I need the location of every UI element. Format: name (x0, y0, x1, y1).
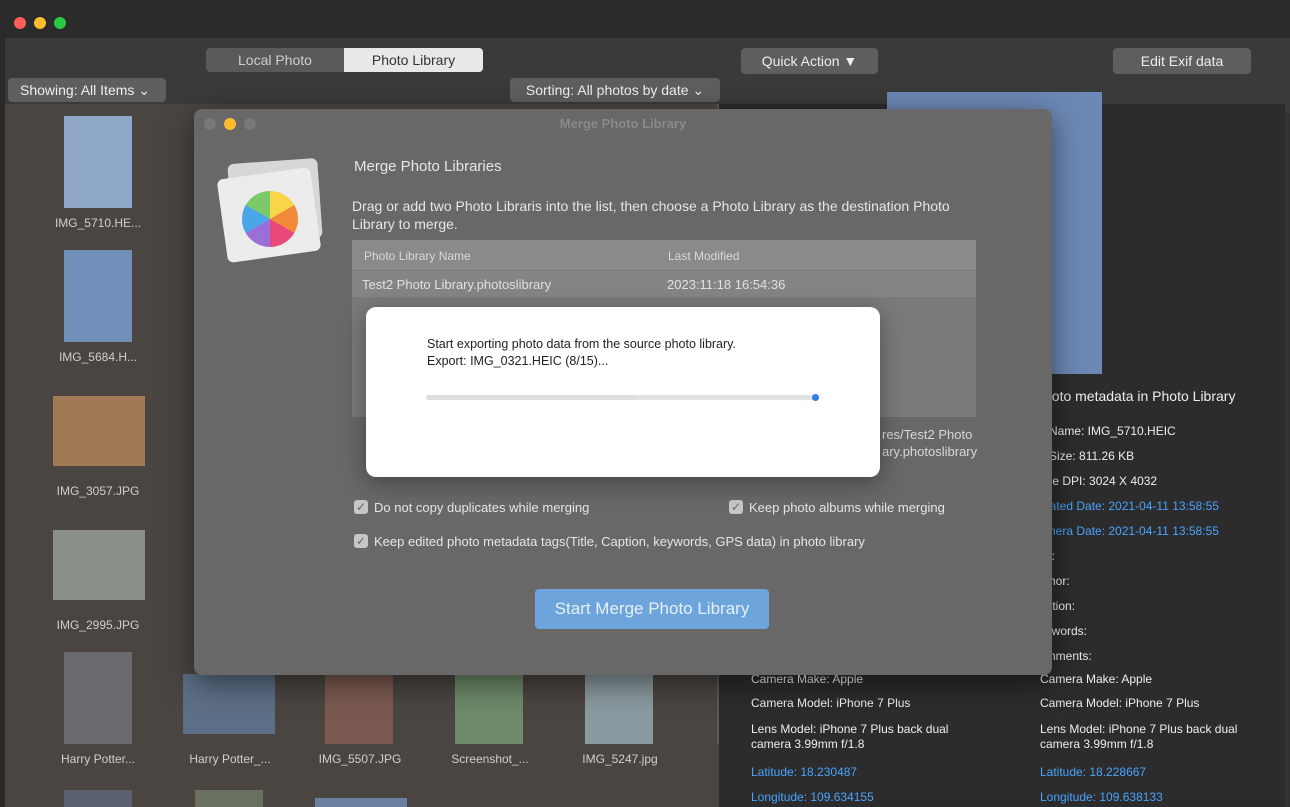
dialog-heading: Merge Photo Libraries (354, 158, 502, 175)
showing-filter-dropdown[interactable]: Showing: All Items ⌄ (8, 78, 166, 102)
edit-exif-button[interactable]: Edit Exif data (1113, 48, 1251, 74)
file-name: e Name: IMG_5710.HEIC (1039, 424, 1176, 438)
export-progress-dialog: Start exporting photo data from the sour… (366, 307, 880, 477)
thumbnail-4-label: IMG_2995.JPG (56, 618, 140, 632)
dialog-description-2: Library to merge. (352, 216, 458, 232)
thumbnail-7[interactable] (325, 674, 393, 744)
col-last-modified: Last Modified (668, 249, 740, 263)
library-path-2: ary.photoslibrary (882, 444, 978, 459)
zoom-window-button[interactable] (54, 17, 66, 29)
tab-local-photo[interactable]: Local Photo (206, 48, 344, 72)
tab-photo-library[interactable]: Photo Library (344, 48, 483, 72)
progress-indicator (812, 394, 819, 401)
thumbnail-11[interactable] (195, 790, 263, 807)
thumbnail-12[interactable] (315, 798, 407, 807)
lens-model-right-1: Lens Model: iPhone 7 Plus back dual (1040, 722, 1238, 736)
created-date[interactable]: reated Date: 2021-04-11 13:58:55 (1039, 499, 1219, 513)
row-last-modified: 2023:11:18 16:54:36 (667, 277, 786, 292)
thumbnail-1-label: IMG_5710.HE... (54, 216, 142, 230)
camera-date[interactable]: amera Date: 2021-04-11 13:58:55 (1039, 524, 1219, 538)
latitude-right[interactable]: Latitude: 18.228667 (1040, 765, 1146, 779)
table-header: Photo Library Name Last Modified (352, 240, 976, 270)
table-row[interactable]: Test2 Photo Library.photoslibrary 2023:1… (352, 271, 976, 297)
lens-model-right-2: camera 3.99mm f/1.8 (1040, 737, 1154, 751)
quick-action-button[interactable]: Quick Action ▼ (741, 48, 878, 74)
file-size: e Size: 811.26 KB (1039, 449, 1135, 463)
dialog-title: Merge Photo Library (559, 116, 687, 131)
thumbnail-9-label: IMG_5247.jpg (582, 752, 658, 766)
latitude-left[interactable]: Latitude: 18.230487 (751, 765, 857, 779)
showing-filter-label: Showing: All Items ⌄ (20, 82, 151, 98)
title-bar (5, 8, 1290, 38)
checkbox-no-duplicates[interactable]: ✓ (354, 500, 368, 514)
thumbnail-2-label: IMG_5684.H... (58, 350, 138, 364)
photos-app-icon (216, 157, 324, 264)
checkbox-keep-albums[interactable]: ✓ (729, 500, 743, 514)
thumbnail-3[interactable] (53, 396, 145, 466)
thumbnail-8[interactable] (455, 674, 523, 744)
dialog-description-1: Drag or add two Photo Libraris into the … (352, 198, 950, 214)
progress-bar-fill (426, 395, 635, 400)
col-library-name: Photo Library Name (364, 249, 471, 263)
metadata-heading: hoto metadata in Photo Library (1044, 388, 1236, 404)
thumbnail-7-label: IMG_5507.JPG (318, 752, 402, 766)
thumbnail-4[interactable] (53, 530, 145, 600)
thumbnail-6-label: Harry Potter_... (189, 752, 271, 766)
longitude-right[interactable]: Longitude: 109.638133 (1040, 790, 1163, 804)
camera-make-right: Camera Make: Apple (1040, 672, 1153, 686)
image-dpi: age DPI: 3024 X 4032 (1039, 474, 1158, 488)
option-keep-albums: Keep photo albums while merging (749, 500, 945, 515)
option-no-duplicates: Do not copy duplicates while merging (374, 500, 590, 515)
thumbnail-5[interactable] (64, 652, 132, 744)
progress-status: Export: IMG_0321.HEIC (8/15)... (427, 354, 609, 368)
thumbnail-2[interactable] (64, 250, 132, 342)
lens-model-left-1: Lens Model: iPhone 7 Plus back dual (751, 722, 949, 736)
sorting-dropdown[interactable]: Sorting: All photos by date ⌄ (510, 78, 720, 102)
minimize-window-button[interactable] (34, 17, 46, 29)
thumbnail-10[interactable] (64, 790, 132, 807)
start-merge-button[interactable]: Start Merge Photo Library (535, 589, 769, 629)
thumbnail-5-label: Harry Potter... (60, 752, 136, 766)
row-library-name: Test2 Photo Library.photoslibrary (362, 277, 552, 292)
thumbnail-9[interactable] (585, 674, 653, 744)
progress-bar (426, 394, 819, 401)
thumbnail-6[interactable] (183, 674, 275, 734)
progress-message: Start exporting photo data from the sour… (427, 337, 736, 351)
option-keep-metadata: Keep edited photo metadata tags(Title, C… (374, 534, 865, 549)
checkbox-keep-metadata[interactable]: ✓ (354, 534, 368, 548)
longitude-left[interactable]: Longitude: 109.634155 (751, 790, 874, 804)
thumbnail-8-label: Screenshot_... (451, 752, 529, 766)
close-window-button[interactable] (14, 17, 26, 29)
camera-model-right: Camera Model: iPhone 7 Plus (1040, 696, 1200, 710)
lens-model-left-2: camera 3.99mm f/1.8 (751, 737, 865, 751)
thumbnail-1[interactable] (64, 116, 132, 208)
library-path-1: res/Test2 Photo (882, 427, 973, 442)
camera-model-left: Camera Model: iPhone 7 Plus (751, 696, 911, 710)
thumbnail-3-label: IMG_3057.JPG (56, 484, 140, 498)
